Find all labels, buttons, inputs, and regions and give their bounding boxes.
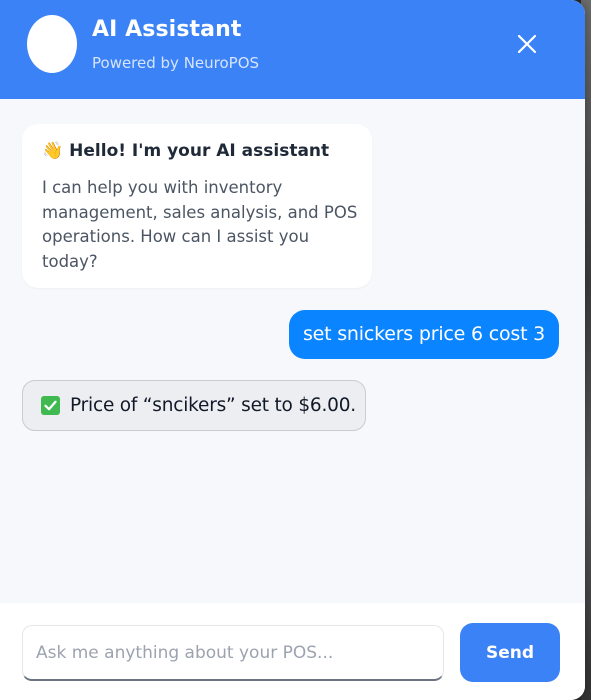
message-list: 👋 Hello! I'm your AI assistant I can help…: [0, 99, 585, 603]
assistant-reply: Price of “sncikers” set to $6.00.: [22, 380, 366, 431]
close-icon: [517, 34, 537, 54]
chat-subtitle: Powered by NeuroPOS: [92, 54, 260, 72]
message-composer: Send: [0, 603, 585, 700]
user-message: set snickers price 6 cost 3: [289, 310, 559, 359]
welcome-heading-text: Hello! I'm your AI assistant: [69, 141, 330, 161]
assistant-avatar: [27, 15, 77, 73]
ai-assistant-panel: AI Assistant Powered by NeuroPOS 👋 Hello!…: [0, 0, 585, 700]
assistant-reply-text: Price of “sncikers” set to $6.00.: [70, 395, 356, 416]
send-button[interactable]: Send: [460, 623, 560, 682]
chat-title: AI Assistant: [92, 17, 242, 42]
welcome-message: 👋 Hello! I'm your AI assistant I can help…: [22, 124, 372, 288]
wave-icon: 👋: [42, 141, 64, 161]
welcome-heading: 👋 Hello! I'm your AI assistant: [42, 141, 329, 161]
check-icon: [41, 396, 60, 415]
close-button[interactable]: [508, 25, 546, 63]
chat-header: AI Assistant Powered by NeuroPOS: [0, 0, 585, 99]
chat-input[interactable]: [22, 625, 444, 681]
welcome-body: I can help you with inventory management…: [42, 178, 358, 271]
